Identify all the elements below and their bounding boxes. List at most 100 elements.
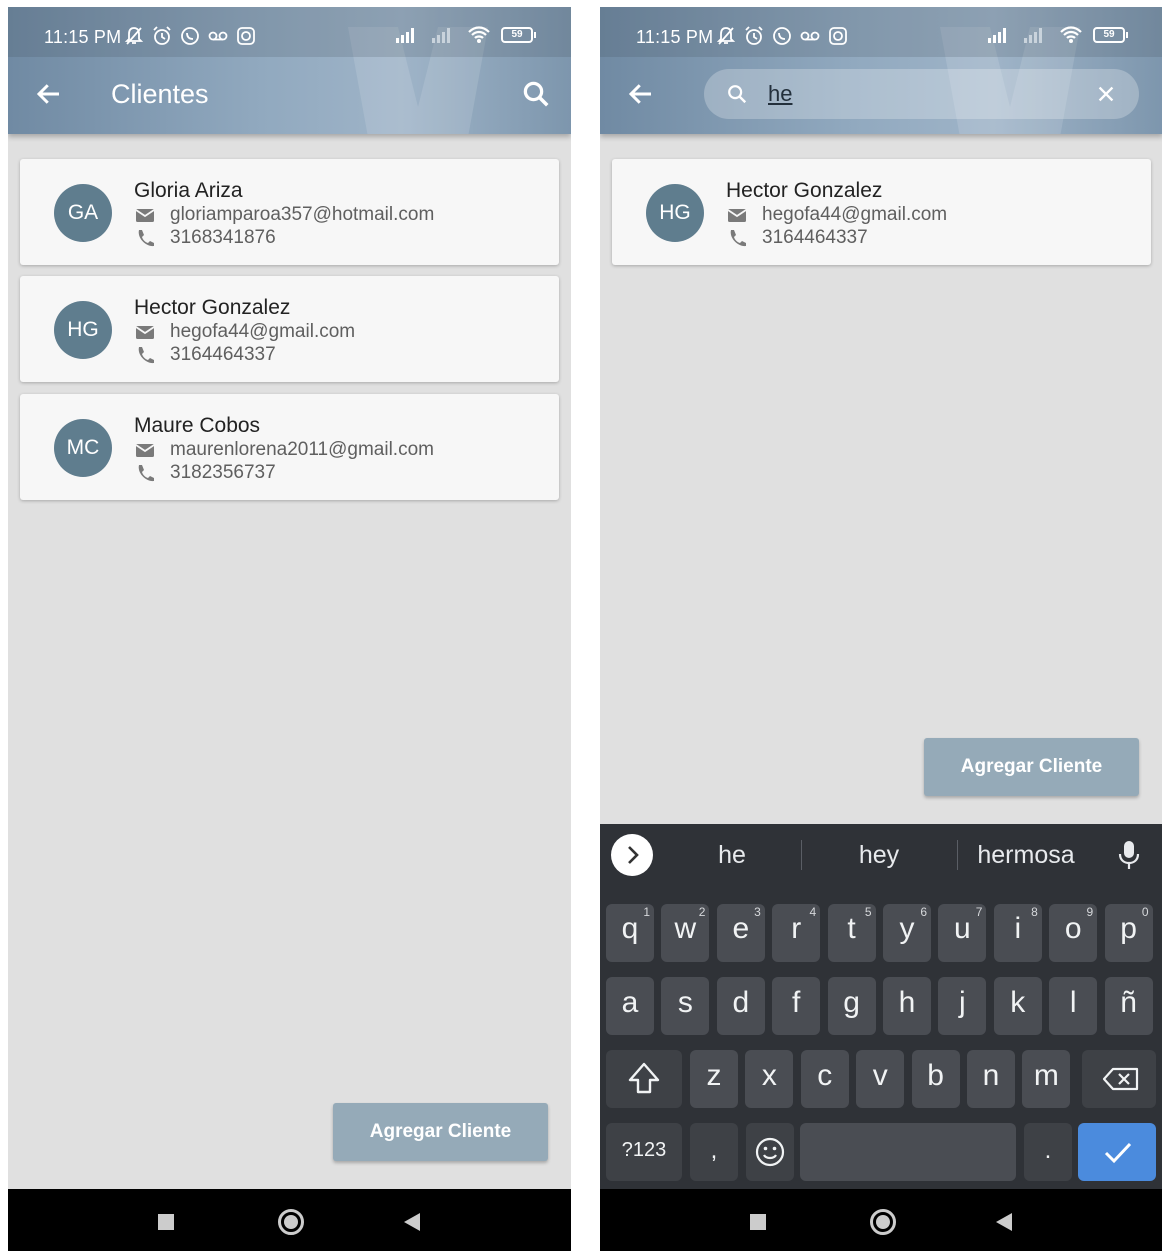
status-icons bbox=[716, 26, 848, 46]
key-w[interactable]: 2w bbox=[661, 904, 710, 962]
client-phone: 3168341876 bbox=[170, 227, 276, 248]
client-phone-row: 3182356737 bbox=[134, 462, 276, 484]
key-z[interactable]: z bbox=[690, 1050, 738, 1108]
key-n[interactable]: n bbox=[967, 1050, 1015, 1108]
key-o[interactable]: 9o bbox=[1049, 904, 1098, 962]
key-u[interactable]: 7u bbox=[938, 904, 987, 962]
client-email-row: hegofa44@gmail.com bbox=[726, 204, 947, 226]
key-x[interactable]: x bbox=[745, 1050, 794, 1108]
search-bar bbox=[704, 69, 1139, 119]
key-label: g bbox=[843, 986, 860, 1019]
system-nav-bar bbox=[8, 1189, 571, 1251]
key-label: s bbox=[677, 986, 693, 1019]
key-label: e bbox=[732, 912, 750, 945]
signal-weak-icon bbox=[432, 28, 450, 43]
client-card[interactable]: HG Hector Gonzalez hegofa44@gmail.com 31… bbox=[612, 159, 1151, 265]
key-g[interactable]: g bbox=[827, 977, 876, 1035]
client-card[interactable]: HG Hector Gonzalez hegofa44@gmail.com 31… bbox=[20, 276, 559, 382]
status-icons bbox=[124, 26, 256, 46]
key-v[interactable]: v bbox=[856, 1050, 905, 1108]
key-b[interactable]: b bbox=[911, 1050, 960, 1108]
key-y[interactable]: 6y bbox=[883, 904, 931, 962]
key-d[interactable]: d bbox=[716, 977, 765, 1035]
phone-icon bbox=[138, 347, 154, 364]
key-f[interactable]: f bbox=[772, 977, 821, 1035]
shift-key[interactable] bbox=[606, 1050, 682, 1108]
key-p[interactable]: 0p bbox=[1104, 904, 1153, 962]
home-nav-button[interactable] bbox=[278, 1209, 304, 1235]
key-label: l bbox=[1069, 986, 1077, 1019]
client-phone: 3182356737 bbox=[170, 462, 276, 483]
recents-nav-button[interactable] bbox=[750, 1214, 766, 1230]
add-client-button[interactable]: Agregar Cliente bbox=[924, 738, 1139, 796]
app-bar: 11:15 PM 59 Clientes bbox=[8, 7, 571, 134]
key-i[interactable]: 8i bbox=[993, 904, 1042, 962]
chevron-right-icon[interactable] bbox=[611, 834, 653, 876]
suggestion[interactable]: he bbox=[682, 824, 782, 886]
home-nav-button[interactable] bbox=[870, 1209, 896, 1235]
email-icon bbox=[727, 209, 747, 222]
key-label: d bbox=[732, 986, 750, 1019]
backspace-key[interactable] bbox=[1082, 1050, 1156, 1108]
back-nav-button[interactable] bbox=[404, 1213, 420, 1231]
emoji-key[interactable] bbox=[746, 1123, 794, 1181]
bell-off-icon bbox=[124, 27, 144, 45]
client-email: gloriamparoa357@hotmail.com bbox=[170, 204, 435, 225]
symbols-key[interactable]: ?123 bbox=[606, 1123, 682, 1181]
key-h[interactable]: h bbox=[883, 977, 931, 1035]
key-k[interactable]: k bbox=[993, 977, 1042, 1035]
whatsapp-icon bbox=[181, 27, 199, 45]
avatar: MC bbox=[54, 419, 112, 477]
key-c[interactable]: c bbox=[800, 1050, 849, 1108]
key-label: i bbox=[1014, 912, 1022, 945]
search-input[interactable] bbox=[768, 77, 1068, 111]
client-card[interactable]: MC Maure Cobos maurenlorena2011@gmail.co… bbox=[20, 394, 559, 500]
enter-key[interactable] bbox=[1078, 1123, 1156, 1181]
status-bar: 11:15 PM 59 bbox=[600, 7, 1162, 57]
status-right: 59 bbox=[987, 26, 1128, 44]
recents-nav-button[interactable] bbox=[158, 1214, 174, 1230]
key-l[interactable]: l bbox=[1049, 977, 1098, 1035]
client-email-row: gloriamparoa357@hotmail.com bbox=[134, 204, 434, 226]
page-title: Clientes bbox=[111, 79, 209, 109]
key-t[interactable]: 5t bbox=[827, 904, 876, 962]
suggestion[interactable]: hermosa bbox=[966, 824, 1086, 886]
key-label: q bbox=[621, 912, 639, 945]
back-arrow-icon[interactable] bbox=[34, 79, 64, 109]
back-arrow-icon[interactable] bbox=[626, 79, 656, 109]
key-q[interactable]: 1q bbox=[606, 904, 654, 962]
key-label: a bbox=[621, 986, 639, 1019]
key-m[interactable]: m bbox=[1022, 1050, 1071, 1108]
key-e[interactable]: 3e bbox=[716, 904, 765, 962]
client-name: Hector Gonzalez bbox=[726, 179, 883, 202]
comma-key[interactable]: , bbox=[690, 1123, 738, 1181]
email-icon bbox=[135, 326, 155, 339]
add-client-button[interactable]: Agregar Cliente bbox=[333, 1103, 548, 1161]
key-s[interactable]: s bbox=[661, 977, 710, 1035]
close-icon[interactable] bbox=[1095, 83, 1117, 105]
phone-icon bbox=[138, 465, 154, 482]
period-key[interactable]: . bbox=[1024, 1123, 1072, 1181]
instagram-icon bbox=[237, 27, 255, 45]
battery-indicator: 59 bbox=[501, 27, 536, 43]
back-nav-button[interactable] bbox=[996, 1213, 1012, 1231]
signal-icon bbox=[396, 28, 414, 43]
status-time: 11:15 PM bbox=[44, 27, 122, 47]
client-name: Gloria Ariza bbox=[134, 179, 243, 202]
key-a[interactable]: a bbox=[606, 977, 654, 1035]
space-key[interactable] bbox=[800, 1123, 1016, 1181]
key-r[interactable]: 4r bbox=[772, 904, 821, 962]
key-label: v bbox=[872, 1059, 888, 1092]
client-card[interactable]: GA Gloria Ariza gloriamparoa357@hotmail.… bbox=[20, 159, 559, 265]
key-ñ[interactable]: ñ bbox=[1104, 977, 1153, 1035]
email-icon bbox=[135, 209, 155, 222]
comma-key-label: , bbox=[710, 1137, 718, 1164]
email-icon bbox=[135, 444, 155, 457]
phone-icon bbox=[730, 230, 746, 247]
search-icon[interactable] bbox=[521, 79, 551, 109]
mic-icon[interactable] bbox=[1117, 840, 1141, 870]
key-j[interactable]: j bbox=[938, 977, 987, 1035]
suggestion[interactable]: hey bbox=[814, 824, 944, 886]
client-phone-row: 3168341876 bbox=[134, 227, 276, 249]
suggestion-divider bbox=[801, 840, 802, 870]
